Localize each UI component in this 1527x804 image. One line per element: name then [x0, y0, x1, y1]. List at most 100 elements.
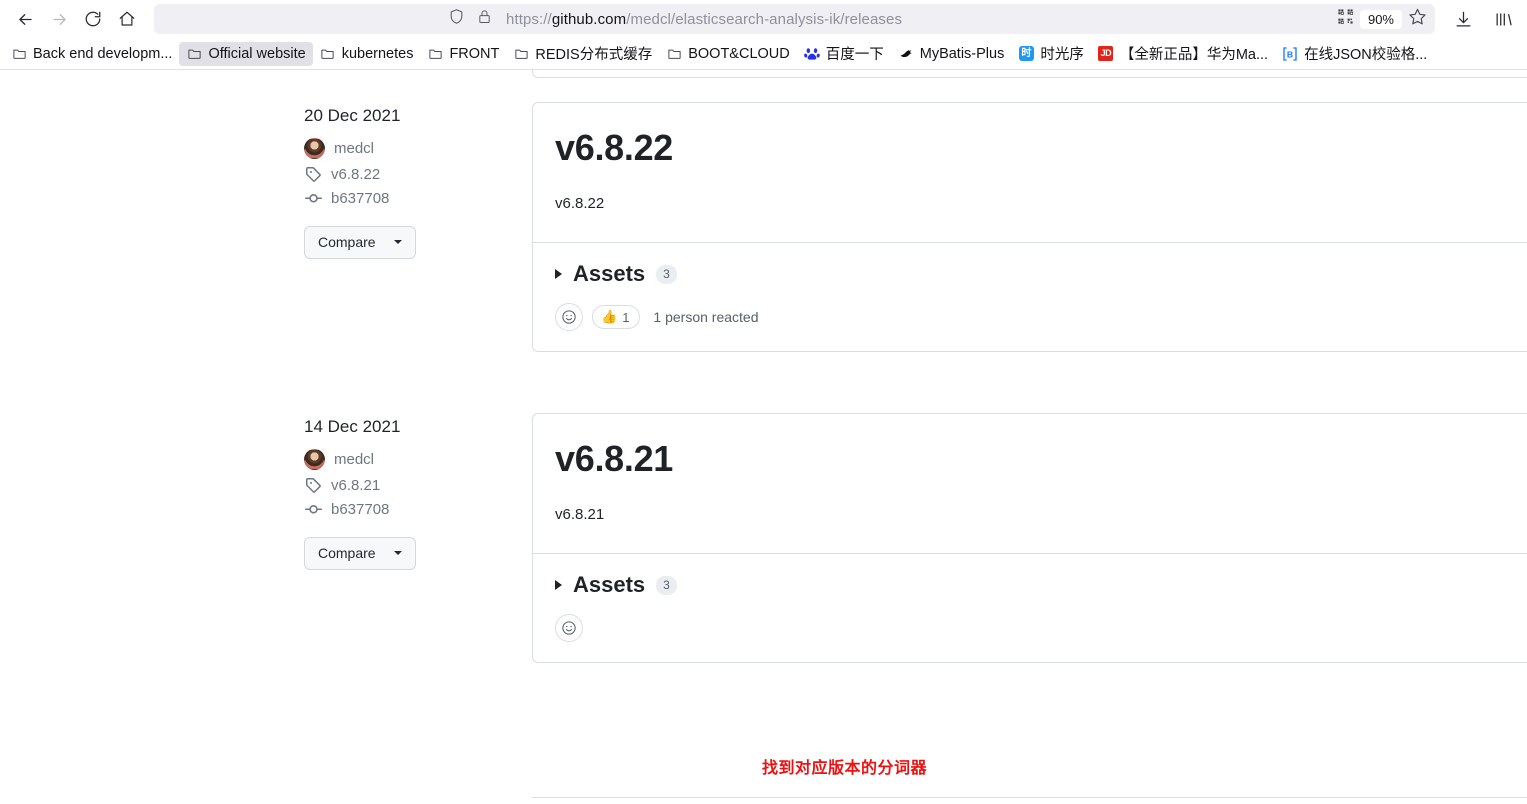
- assets-label: Assets: [573, 572, 646, 598]
- release-sidebar: 14 Dec 2021 medcl v6.8.21 b637708 Compar…: [0, 417, 536, 570]
- bookmark-item-boot-cloud[interactable]: BOOT&CLOUD: [659, 42, 797, 66]
- mybatis-favicon-icon: [898, 46, 914, 62]
- bookmark-label: FRONT: [449, 45, 500, 62]
- release-body: v6.8.21 v6.8.21: [533, 414, 1527, 553]
- release-tag[interactable]: v6.8.22: [304, 165, 536, 183]
- chevron-down-icon: [393, 240, 402, 245]
- browser-chrome: https://github.com/medcl/elasticsearch-a…: [0, 0, 1527, 70]
- bookmark-label: kubernetes: [341, 45, 414, 62]
- release-commit[interactable]: b637708: [304, 189, 536, 207]
- author-name: medcl: [334, 140, 375, 157]
- bookmark-label: REDIS分布式缓存: [535, 47, 653, 63]
- bookmark-item-redis[interactable]: REDIS分布式缓存: [506, 39, 659, 68]
- forward-button[interactable]: [42, 3, 76, 35]
- bookmark-label: MyBatis-Plus: [919, 45, 1005, 62]
- qr-code-icon[interactable]: [1337, 8, 1354, 30]
- tag-icon: [304, 165, 322, 183]
- bookmark-item-kubernetes[interactable]: kubernetes: [313, 42, 421, 66]
- back-button[interactable]: [8, 3, 42, 35]
- compare-button[interactable]: Compare: [304, 537, 416, 570]
- tag-name: v6.8.22: [331, 165, 381, 183]
- reaction-summary-text: 1 person reacted: [653, 309, 759, 326]
- folder-icon: [11, 46, 27, 62]
- folder-icon: [320, 46, 336, 62]
- library-icon[interactable]: [1487, 3, 1519, 35]
- folder-icon: [186, 46, 202, 62]
- svg-text:B: B: [1287, 49, 1293, 59]
- tag-icon: [304, 476, 322, 494]
- add-reaction-smiley-icon[interactable]: [555, 614, 583, 643]
- bookmark-item-shiguangxu[interactable]: 时 时光序: [1011, 39, 1091, 68]
- release-card-v6821: v6.8.21 v6.8.21 Assets 3: [532, 413, 1527, 664]
- bookmark-label: 时光序: [1040, 47, 1084, 63]
- reactions-bar: [555, 614, 1527, 643]
- bookmark-item-mybatis-plus[interactable]: MyBatis-Plus: [891, 42, 1012, 66]
- chevron-down-icon: [393, 551, 402, 556]
- jd-favicon-icon: JD: [1098, 46, 1114, 62]
- baidu-favicon-icon: [803, 46, 820, 62]
- bookmarks-bar: Back end developm... Official website ku…: [0, 38, 1527, 70]
- add-reaction-smiley-icon[interactable]: [555, 303, 583, 332]
- release-tag[interactable]: v6.8.21: [304, 476, 536, 494]
- assets-header[interactable]: Assets 3: [555, 261, 1527, 287]
- release-footer: Assets 3: [533, 553, 1527, 662]
- assets-count-badge: 3: [656, 264, 677, 285]
- assets-count-badge: 3: [656, 575, 677, 596]
- release-sidebar: 20 Dec 2021 medcl v6.8.22 b637708 Compar…: [0, 106, 536, 259]
- assets-header[interactable]: Assets 3: [555, 572, 1527, 598]
- reactions-bar: 👍 1 1 person reacted: [555, 303, 1527, 332]
- thumbsup-icon: 👍: [601, 309, 618, 325]
- triangle-right-icon: [555, 269, 562, 280]
- author-name: medcl: [334, 451, 375, 468]
- release-description: v6.8.21: [555, 506, 605, 524]
- release-description: v6.8.22: [555, 195, 605, 213]
- padlock-icon[interactable]: [477, 9, 492, 29]
- release-author[interactable]: medcl: [304, 449, 536, 470]
- reload-button[interactable]: [76, 3, 110, 35]
- release-date: 20 Dec 2021: [304, 106, 401, 125]
- reaction-count: 1: [622, 309, 630, 325]
- url-path: /medcl/elasticsearch-analysis-ik/release…: [626, 10, 903, 28]
- reaction-thumbsup-pill[interactable]: 👍 1: [592, 305, 641, 330]
- address-bar-actions: 90%: [1337, 7, 1431, 31]
- release-meta-v6821: 14 Dec 2021 medcl v6.8.21 b637708 Compar…: [0, 417, 536, 570]
- release-meta-v6822: 20 Dec 2021 medcl v6.8.22 b637708 Compar…: [0, 106, 536, 259]
- release-commit[interactable]: b637708: [304, 500, 536, 518]
- address-bar-icons: [448, 8, 492, 30]
- address-bar[interactable]: https://github.com/medcl/elasticsearch-a…: [154, 4, 1435, 34]
- release-card-v6822: v6.8.22 v6.8.22 Assets 3 👍 1 1 person re…: [532, 102, 1527, 353]
- release-author[interactable]: medcl: [304, 138, 536, 159]
- folder-icon: [666, 46, 682, 62]
- home-button[interactable]: [110, 3, 144, 35]
- zoom-level-badge[interactable]: 90%: [1359, 9, 1402, 29]
- release-date: 14 Dec 2021: [304, 417, 401, 436]
- release-title[interactable]: v6.8.22: [555, 127, 1527, 168]
- commit-hash: b637708: [331, 189, 390, 207]
- compare-label: Compare: [318, 545, 376, 561]
- folder-icon: [513, 46, 529, 62]
- tag-name: v6.8.21: [331, 476, 381, 494]
- bookmark-item-official-website[interactable]: Official website: [179, 41, 313, 66]
- bookmark-item-bejson[interactable]: B 在线JSON校验格...: [1275, 39, 1434, 68]
- url-text[interactable]: https://github.com/medcl/elasticsearch-a…: [506, 11, 902, 28]
- bookmark-item-jd[interactable]: JD 【全新正品】华为Ma...: [1091, 39, 1275, 68]
- commit-icon: [304, 189, 322, 207]
- shield-icon[interactable]: [448, 8, 465, 30]
- bookmark-item-front[interactable]: FRONT: [420, 42, 506, 66]
- commit-icon: [304, 500, 322, 518]
- bookmark-label: BOOT&CLOUD: [688, 45, 790, 62]
- bejson-favicon-icon: B: [1282, 46, 1298, 62]
- bookmark-item-baidu[interactable]: 百度一下: [797, 39, 891, 68]
- avatar: [304, 138, 325, 159]
- annotation-text: 找到对应版本的分词器: [762, 760, 928, 777]
- bookmark-label: Back end developm...: [33, 45, 173, 62]
- assets-label: Assets: [573, 261, 646, 287]
- release-footer: Assets 3 👍 1 1 person reacted: [533, 242, 1527, 351]
- releases-page: 20 Dec 2021 medcl v6.8.22 b637708 Compar…: [0, 70, 1527, 803]
- release-title[interactable]: v6.8.21: [555, 438, 1527, 479]
- download-icon[interactable]: [1447, 3, 1479, 35]
- star-icon[interactable]: [1408, 7, 1427, 31]
- bookmark-item-back-end[interactable]: Back end developm...: [4, 42, 179, 66]
- compare-button[interactable]: Compare: [304, 226, 416, 259]
- folder-icon: [427, 46, 443, 62]
